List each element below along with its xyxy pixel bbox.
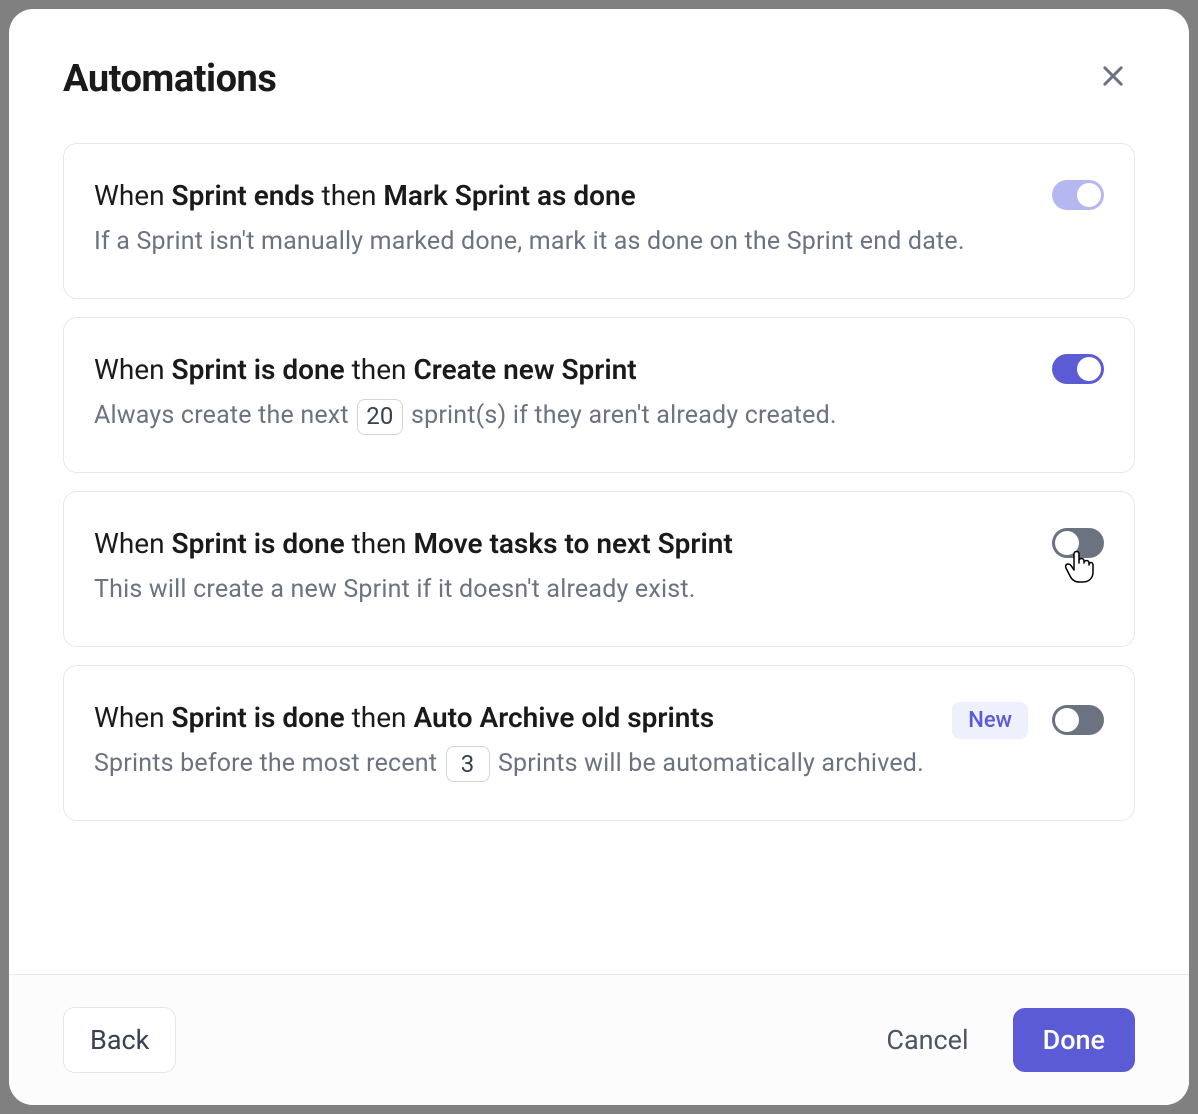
toggle-mark-sprint-done[interactable]	[1052, 180, 1104, 210]
automation-description: This will create a new Sprint if it does…	[94, 571, 1028, 610]
archive-count-input[interactable]: 3	[446, 746, 490, 782]
toggle-auto-archive[interactable]	[1052, 705, 1104, 735]
modal-header: Automations	[9, 9, 1189, 101]
automation-controls: New	[952, 698, 1104, 739]
automation-text: When Sprint is done then Move tasks to n…	[94, 524, 1028, 610]
back-button[interactable]: Back	[63, 1007, 176, 1073]
toggle-knob	[1055, 531, 1079, 555]
automation-title: When Sprint is done then Move tasks to n…	[94, 524, 1028, 563]
toggle-create-new-sprint[interactable]	[1052, 354, 1104, 384]
automation-text: When Sprint is done then Auto Archive ol…	[94, 698, 928, 784]
automation-title: When Sprint ends then Mark Sprint as don…	[94, 176, 1028, 215]
toggle-knob	[1055, 708, 1079, 732]
automation-description: Sprints before the most recent 3 Sprints…	[94, 745, 928, 784]
footer-right: Cancel Done	[874, 1008, 1135, 1072]
automation-auto-archive: When Sprint is done then Auto Archive ol…	[63, 665, 1135, 821]
automation-mark-sprint-done: When Sprint ends then Mark Sprint as don…	[63, 143, 1135, 299]
automation-move-tasks: When Sprint is done then Move tasks to n…	[63, 491, 1135, 647]
automation-create-new-sprint: When Sprint is done then Create new Spri…	[63, 317, 1135, 473]
pointer-cursor-icon	[1064, 550, 1094, 588]
automation-title: When Sprint is done then Auto Archive ol…	[94, 698, 928, 737]
sprint-count-input[interactable]: 20	[357, 399, 402, 435]
cancel-button[interactable]: Cancel	[874, 1008, 980, 1072]
done-button[interactable]: Done	[1013, 1008, 1135, 1072]
toggle-move-tasks[interactable]	[1052, 528, 1104, 558]
automation-description: If a Sprint isn't manually marked done, …	[94, 223, 1028, 262]
modal-footer: Back Cancel Done	[9, 974, 1189, 1105]
toggle-knob	[1077, 357, 1101, 381]
modal-body: When Sprint ends then Mark Sprint as don…	[9, 101, 1189, 974]
automations-modal: Automations When Sprint ends then Mark S…	[9, 9, 1189, 1105]
close-button[interactable]	[1091, 54, 1135, 101]
toggle-knob	[1077, 183, 1101, 207]
automation-description: Always create the next 20 sprint(s) if t…	[94, 397, 1028, 436]
automation-controls	[1052, 350, 1104, 384]
new-badge: New	[952, 702, 1028, 739]
automation-controls	[1052, 524, 1104, 558]
automation-text: When Sprint is done then Create new Spri…	[94, 350, 1028, 436]
close-icon	[1099, 62, 1127, 90]
automation-controls	[1052, 176, 1104, 210]
automation-title: When Sprint is done then Create new Spri…	[94, 350, 1028, 389]
automation-text: When Sprint ends then Mark Sprint as don…	[94, 176, 1028, 262]
modal-title: Automations	[63, 57, 276, 101]
